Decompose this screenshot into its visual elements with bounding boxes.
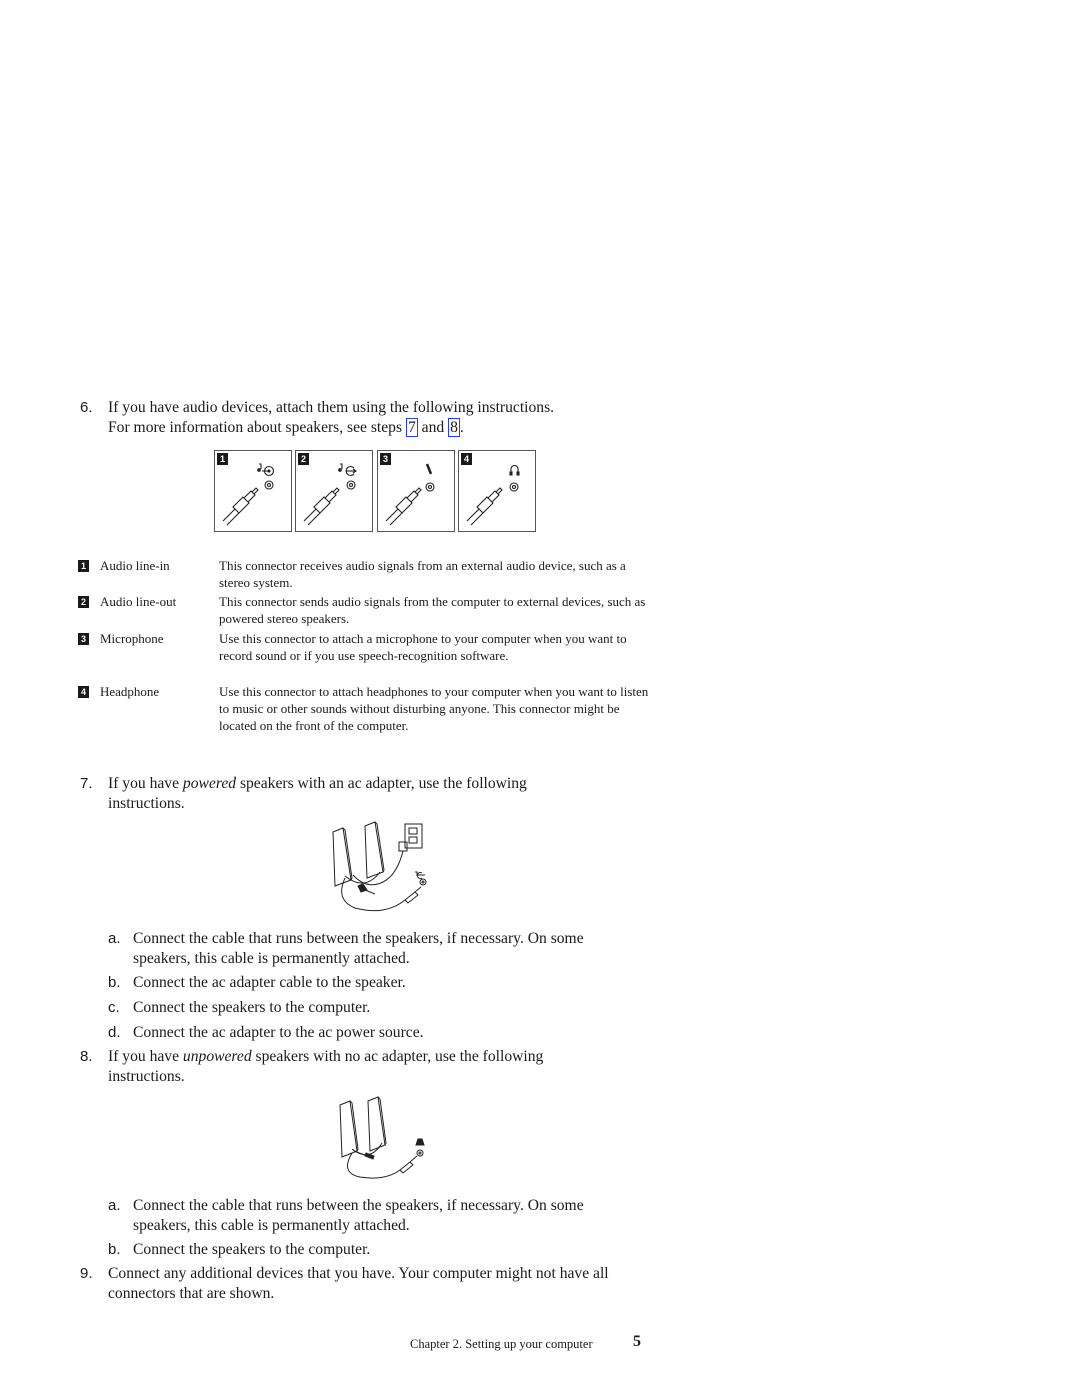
emphasis-text: unpowered: [182, 1048, 252, 1065]
step-number: 8.: [80, 1048, 93, 1065]
substep-letter: b.: [108, 974, 121, 991]
substep-letter: a.: [108, 1197, 121, 1214]
connector-name: Audio line-in: [100, 558, 170, 573]
connector-description: Use this connector to attach headphones …: [219, 684, 649, 733]
substep-letter: a.: [108, 930, 121, 947]
text-span: If you have: [108, 1048, 183, 1065]
connector-box-2: 2: [295, 450, 373, 532]
substep-text: Connect the ac adapter cable to the spea…: [133, 974, 406, 991]
substep-text: Connect the speakers to the computer.: [133, 999, 371, 1016]
step-number: 7.: [80, 775, 93, 792]
badge: 2: [78, 596, 89, 608]
substep-text: Connect the speakers to the computer.: [133, 1241, 371, 1258]
connector-description: This connector receives audio signals fr…: [219, 558, 626, 590]
xref-step-8-link[interactable]: 8: [448, 417, 460, 437]
step-text: If you have powered speakers with an ac …: [108, 774, 598, 813]
connector-box-3: 3: [377, 450, 455, 532]
substep-text: Connect the ac adapter to the ac power s…: [133, 1024, 424, 1041]
step-text: If you have unpowered speakers with no a…: [108, 1047, 618, 1086]
step-number: 9.: [80, 1265, 93, 1282]
badge: 3: [78, 633, 89, 645]
badge: 1: [78, 560, 89, 572]
connector-box-4: 4: [458, 450, 536, 532]
connector-description: This connector sends audio signals from …: [219, 594, 646, 626]
xref-step-7-link[interactable]: 7: [405, 417, 418, 437]
text-span: For more information about speakers, see…: [108, 418, 406, 436]
text-span: If you have: [108, 775, 183, 792]
step-text: Connect any additional devices that you …: [108, 1265, 609, 1302]
connector-description: Use this connector to attach a microphon…: [219, 631, 627, 663]
audio-line-in-icon: [222, 463, 275, 526]
footer-chapter-title: Chapter 2. Setting up your computer: [410, 1337, 593, 1351]
text-span: and: [417, 418, 449, 436]
connector-name: Microphone: [100, 631, 164, 646]
text-span: .: [459, 418, 464, 436]
connector-name: Audio line-out: [100, 594, 177, 609]
substep-letter: d.: [108, 1024, 121, 1041]
substep-letter: c.: [108, 999, 120, 1016]
step-text-line: For more information about speakers, see…: [108, 417, 648, 438]
step-text-line: If you have audio devices, attach them u…: [108, 399, 555, 416]
connector-name: Headphone: [100, 684, 160, 699]
powered-speakers-illustration: [332, 821, 427, 912]
microphone-icon: [385, 463, 435, 526]
audio-line-out-icon: [303, 463, 357, 526]
step-number: 6.: [80, 399, 93, 416]
substep-text: Connect the cable that runs between the …: [133, 1197, 584, 1234]
substep-letter: b.: [108, 1241, 121, 1258]
unpowered-speakers-illustration: [339, 1096, 425, 1179]
step-text: If you have audio devices, attach them u…: [108, 398, 648, 437]
connector-box-1: 1: [214, 450, 292, 532]
substep-text: Connect the cable that runs between the …: [133, 930, 584, 967]
headphone-icon: [466, 464, 520, 526]
page-number: 5: [633, 1333, 641, 1350]
badge: 4: [78, 686, 89, 698]
emphasis-text: powered: [182, 775, 237, 792]
